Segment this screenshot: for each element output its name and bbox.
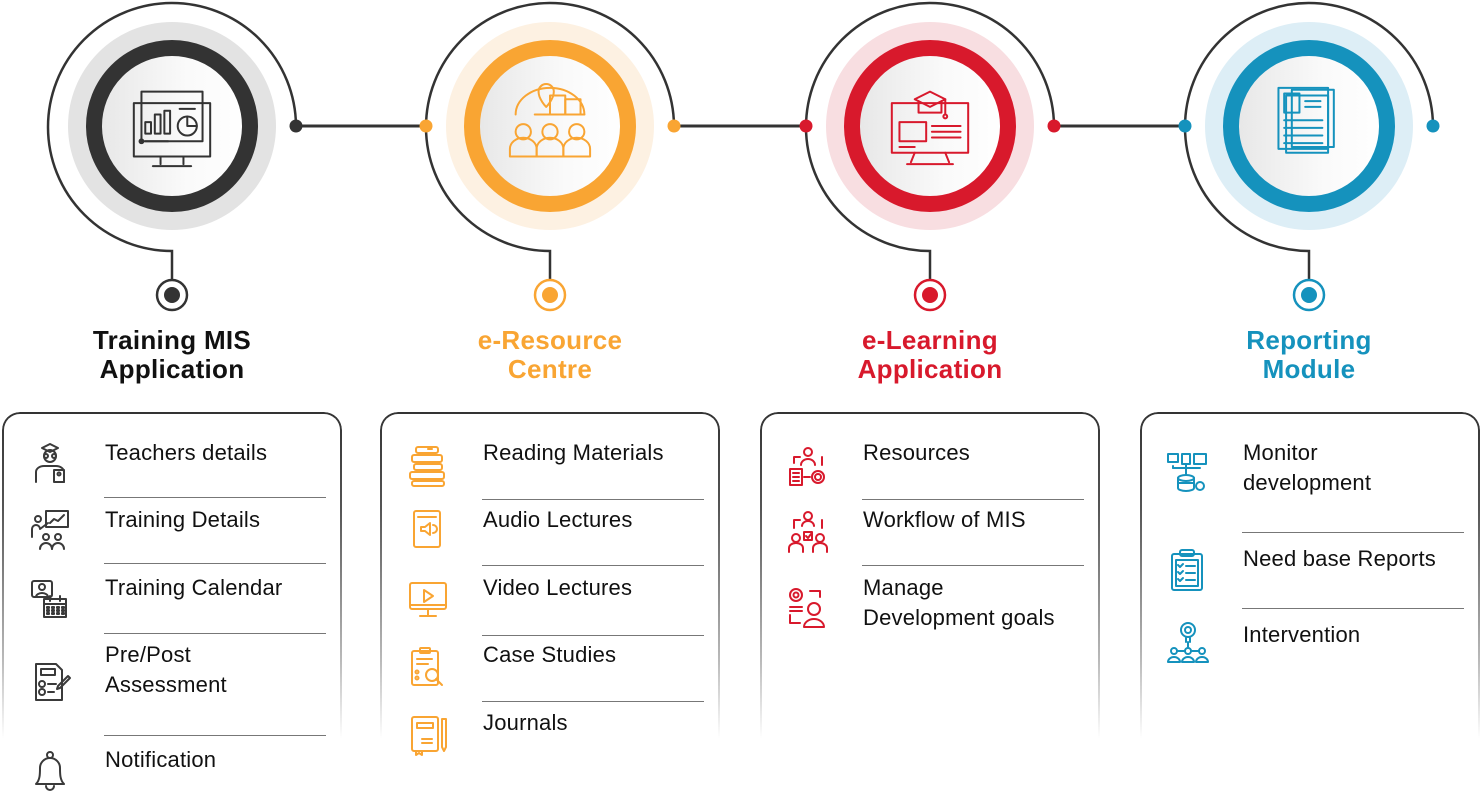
feature-label: Intervention — [1243, 620, 1360, 650]
clipboard-search-icon — [411, 647, 443, 686]
column-title-training-mis: Training MIS Application — [22, 326, 322, 384]
feature-label: Audio Lectures — [483, 505, 633, 535]
feature-label: Workflow of MIS — [863, 505, 1026, 535]
ring-circle — [464, 40, 636, 212]
process-diagram — [46, 1, 1440, 312]
left-connector-dot — [799, 119, 813, 133]
item-divider — [104, 633, 326, 634]
journal-pen-icon — [411, 716, 447, 756]
item-divider — [482, 701, 704, 702]
feature-label-line: Pre/Post — [105, 642, 191, 667]
feature-label: Journals — [483, 708, 568, 738]
resource-cycle-icon — [789, 447, 825, 486]
title-line: Module — [1262, 354, 1356, 384]
item-divider — [482, 635, 704, 636]
feature-label: Case Studies — [483, 640, 616, 670]
left-connector-dot — [1178, 119, 1192, 133]
presentation-icon — [31, 510, 69, 550]
books-icon — [409, 446, 445, 487]
workflow-icon — [788, 511, 828, 553]
feature-label-line: Case Studies — [483, 642, 617, 667]
feature-label-line: Resources — [863, 440, 970, 465]
marker-dot — [164, 287, 180, 303]
item-divider — [1242, 532, 1464, 533]
feature-label: Need base Reports — [1243, 544, 1436, 574]
idea-team-icon — [1167, 622, 1209, 663]
item-divider — [862, 499, 1084, 500]
item-divider — [482, 565, 704, 566]
right-connector-dot — [289, 119, 303, 133]
feature-label: Training Details — [105, 505, 260, 535]
feature-label: Monitor development — [1243, 438, 1371, 498]
step-node-e-resource — [419, 1, 681, 312]
feature-card-e-learning: Resources Workflow of MIS Manage Developmen… — [760, 412, 1100, 796]
title-line: Application — [857, 354, 1003, 384]
feature-label-line: Training Details — [105, 507, 261, 532]
feature-label: Training Calendar — [105, 573, 282, 603]
feature-label-line: Audio Lectures — [483, 507, 633, 532]
feature-label: Manage Development goals — [863, 573, 1055, 633]
column-title-e-learning: e-Learning Application — [780, 326, 1080, 384]
video-monitor-icon — [409, 582, 447, 617]
feature-label-line: Teachers details — [105, 440, 268, 465]
feature-label-line: Assessment — [105, 672, 227, 697]
item-divider — [1242, 608, 1464, 609]
title-line: Training MIS — [92, 325, 252, 355]
feature-label-line: Training Calendar — [105, 575, 283, 600]
step-node-e-learning — [799, 1, 1061, 312]
feature-label-line: Development goals — [863, 605, 1055, 630]
item-divider — [862, 565, 1084, 566]
feature-label: Teachers details — [105, 438, 267, 468]
item-divider — [104, 497, 326, 498]
feature-card-reporting: Monitor development Need base Reports Inter… — [1140, 412, 1480, 796]
feature-label: Resources — [863, 438, 970, 468]
calendar-video-icon — [31, 580, 67, 618]
feature-label-line: Need base Reports — [1243, 546, 1436, 571]
clipboard-checklist-icon — [1171, 549, 1203, 591]
feature-label-line: Monitor — [1243, 440, 1318, 465]
feature-card-training-mis: Teachers details Training Details Training… — [2, 412, 342, 796]
teacher-icon — [35, 443, 65, 483]
feature-label: Pre/Post Assessment — [105, 640, 227, 700]
feature-label-line: Reading Materials — [483, 440, 664, 465]
audio-book-icon — [413, 510, 441, 548]
title-line: e-Resource — [477, 325, 623, 355]
right-connector-dot — [1047, 119, 1061, 133]
title-line: Reporting — [1246, 325, 1372, 355]
feature-label: Video Lectures — [483, 573, 632, 603]
ring-circle — [1223, 40, 1395, 212]
step-node-reporting — [1178, 1, 1440, 312]
feature-label-line: Journals — [483, 710, 568, 735]
ring-circle — [86, 40, 258, 212]
feature-label-line: development — [1243, 470, 1372, 495]
item-divider — [482, 499, 704, 500]
column-title-e-resource: e-Resource Centre — [400, 326, 700, 384]
title-line: e-Learning — [862, 325, 998, 355]
marker-dot — [922, 287, 938, 303]
ring-circle — [844, 40, 1016, 212]
feature-label: Notification — [105, 745, 216, 775]
right-connector-dot — [1426, 119, 1440, 133]
assessment-checklist-icon — [35, 663, 71, 701]
feature-label: Reading Materials — [483, 438, 664, 468]
feature-label-line: Notification — [105, 747, 217, 772]
item-divider — [104, 735, 326, 736]
database-network-icon — [1167, 453, 1207, 492]
title-line: Centre — [507, 354, 593, 384]
right-connector-dot — [667, 119, 681, 133]
feature-card-e-resource: Reading Materials Audio Lectures Video Lec… — [380, 412, 720, 796]
goals-gear-icon — [789, 588, 825, 628]
column-title-reporting: Reporting Module — [1159, 326, 1459, 384]
feature-label-line: Workflow of MIS — [863, 507, 1026, 532]
marker-dot — [1301, 287, 1317, 303]
bell-icon — [35, 751, 65, 791]
left-connector-dot — [419, 119, 433, 133]
title-line: Application — [99, 354, 245, 384]
feature-label-line: Manage — [863, 575, 944, 600]
item-divider — [104, 563, 326, 564]
marker-dot — [542, 287, 558, 303]
step-node-training-mis — [46, 1, 303, 312]
feature-label-line: Intervention — [1243, 622, 1361, 647]
feature-label-line: Video Lectures — [483, 575, 633, 600]
